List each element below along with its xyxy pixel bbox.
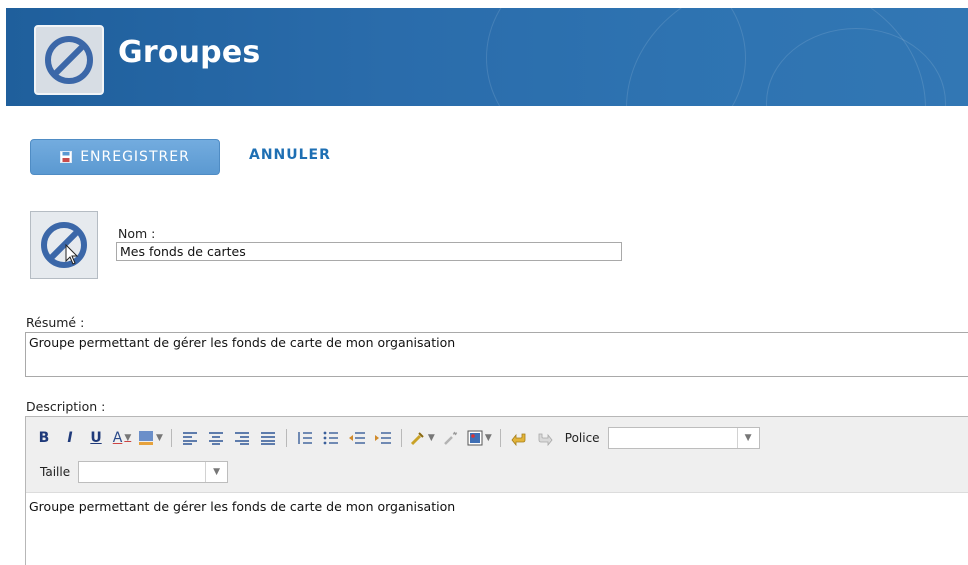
- font-label: Police: [564, 431, 600, 445]
- chevron-down-icon: ▼: [736, 428, 759, 448]
- align-left-icon: [182, 432, 197, 445]
- rich-text-editor: B I U A ▼ ▼ ▼ ▼ Police ▼ Taille ▼ Groupe…: [25, 416, 968, 565]
- redo-button[interactable]: [535, 427, 555, 449]
- unlink-icon: [443, 431, 457, 445]
- align-right-button[interactable]: [232, 427, 252, 449]
- align-left-button[interactable]: [180, 427, 200, 449]
- italic-button[interactable]: I: [60, 427, 80, 449]
- no-entry-icon: [41, 222, 87, 268]
- undo-button[interactable]: [509, 427, 529, 449]
- size-label: Taille: [40, 465, 71, 479]
- font-select[interactable]: ▼: [607, 427, 760, 449]
- insert-image-button[interactable]: ▼: [467, 427, 492, 449]
- name-label: Nom :: [118, 226, 156, 241]
- chevron-down-icon: ▼: [205, 462, 227, 482]
- chevron-down-icon: ▼: [156, 433, 163, 443]
- bold-button[interactable]: B: [34, 427, 54, 449]
- outdent-button[interactable]: [347, 427, 367, 449]
- app-header: Groupes: [6, 8, 968, 106]
- save-button-label: ENREGISTRER: [80, 149, 190, 165]
- justify-icon: [260, 432, 275, 445]
- toolbar-separator: [499, 429, 501, 447]
- font-color-label: A: [112, 430, 123, 446]
- bullet-list-icon: [323, 431, 338, 445]
- align-right-icon: [234, 432, 249, 445]
- group-thumbnail[interactable]: [30, 211, 98, 279]
- image-icon: [467, 430, 483, 446]
- toolbar-separator: [285, 429, 287, 447]
- editor-toolbar: B I U A ▼ ▼ ▼ ▼ Police ▼ Taille ▼: [26, 417, 968, 493]
- indent-icon: [374, 432, 391, 444]
- ordered-list-icon: [298, 432, 312, 444]
- toolbar-separator: [400, 429, 402, 447]
- underline-button[interactable]: U: [86, 427, 106, 449]
- indent-button[interactable]: [373, 427, 393, 449]
- align-center-icon: [208, 432, 223, 445]
- undo-icon: [511, 433, 526, 446]
- justify-button[interactable]: [258, 427, 278, 449]
- name-field[interactable]: Mes fonds de cartes: [116, 242, 622, 261]
- editor-content[interactable]: Groupe permettant de gérer les fonds de …: [29, 499, 455, 514]
- link-icon: [410, 432, 424, 446]
- toolbar-separator: [170, 429, 172, 447]
- page-title: Groupes: [118, 35, 261, 70]
- insert-link-button[interactable]: ▼: [410, 427, 435, 449]
- chevron-down-icon: ▼: [124, 433, 132, 443]
- highlight-icon: [139, 431, 153, 445]
- redo-icon: [538, 433, 553, 446]
- unlink-button[interactable]: [441, 427, 461, 449]
- cancel-button[interactable]: ANNULER: [249, 147, 331, 163]
- floppy-disk-icon: [60, 151, 73, 163]
- save-button[interactable]: ENREGISTRER: [30, 139, 220, 175]
- ordered-list-button[interactable]: [295, 427, 315, 449]
- align-center-button[interactable]: [206, 427, 226, 449]
- size-select[interactable]: ▼: [78, 461, 229, 483]
- chevron-down-icon: ▼: [427, 433, 435, 443]
- highlight-color-button[interactable]: ▼: [138, 427, 163, 449]
- chevron-down-icon: ▼: [484, 433, 492, 443]
- description-label: Description :: [26, 399, 106, 414]
- no-entry-icon: [34, 25, 104, 95]
- outdent-icon: [348, 432, 365, 444]
- summary-field[interactable]: Groupe permettant de gérer les fonds de …: [25, 332, 968, 377]
- summary-label: Résumé :: [26, 315, 85, 330]
- font-color-button[interactable]: A ▼: [112, 427, 132, 449]
- bullet-list-button[interactable]: [321, 427, 341, 449]
